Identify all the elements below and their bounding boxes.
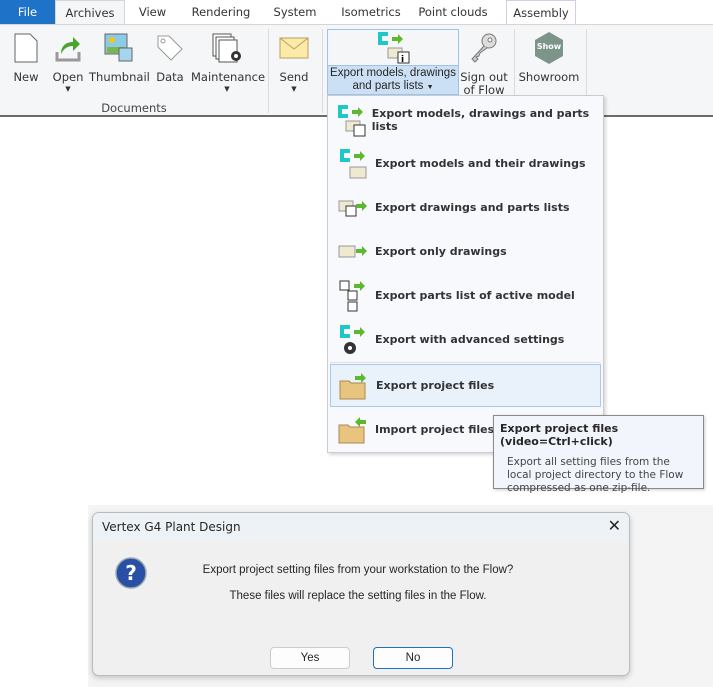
menu-item-label: Export project files: [376, 379, 495, 392]
export-button[interactable]: i Export models, drawings and parts list…: [327, 29, 459, 95]
menu-item-label: Export models and their drawings: [375, 157, 586, 170]
thumbnail-button[interactable]: Thumbnail: [89, 29, 150, 84]
menu-item-label: Export drawings and parts lists: [375, 201, 570, 214]
menu-item-export-drawings-parts[interactable]: Export drawings and parts lists: [330, 186, 601, 229]
svg-text:Show: Show: [537, 42, 562, 51]
dialog-detail: These files will replace the setting fil…: [229, 590, 487, 602]
confirm-dialog: Vertex G4 Plant Design ✕ ? Export projec…: [92, 512, 630, 676]
export-drawings-parts-icon: [330, 196, 375, 220]
export-drawings-icon: [330, 242, 375, 262]
tag-icon: [154, 29, 186, 67]
menu-item-export-advanced[interactable]: Export with advanced settings: [330, 318, 601, 361]
export-parts-list-icon: [330, 279, 375, 313]
tab-view[interactable]: View: [130, 0, 175, 24]
dialog-titlebar: Vertex G4 Plant Design ✕: [93, 513, 629, 541]
menu-item-label: Import project files: [375, 423, 495, 436]
tooltip: Export project files (video=Ctrl+click) …: [493, 415, 704, 494]
export-models-icon: i: [376, 30, 416, 67]
tooltip-text: local project directory to the Flow: [507, 469, 684, 481]
caret-down-icon: ▼: [291, 85, 297, 93]
menu-separator: [330, 362, 601, 363]
menu-item-export-only-drawings[interactable]: Export only drawings: [330, 230, 601, 273]
tooltip-text: Export all setting files from the: [507, 456, 670, 468]
maintenance-button[interactable]: Maintenance ▼: [191, 29, 266, 94]
caret-down-icon: ▼: [224, 85, 230, 93]
tooltip-title: Export project files (video=Ctrl+click): [500, 422, 619, 448]
menu-item-export-models-drawings-parts[interactable]: Export models, drawings and parts lists: [330, 98, 601, 141]
tab-isometrics[interactable]: Isometrics: [335, 0, 407, 24]
menu-item-label: Export only drawings: [375, 245, 507, 258]
export-models-drawings-parts-icon: [330, 103, 372, 137]
menu-item-label: Export with advanced settings: [375, 333, 565, 346]
dialog-title: Vertex G4 Plant Design: [102, 520, 241, 534]
thumbnail-label: Thumbnail: [89, 70, 150, 84]
folder-import-icon: [330, 415, 375, 445]
new-label: New: [13, 70, 39, 84]
new-button[interactable]: New: [10, 29, 42, 84]
tab-point-clouds[interactable]: Point clouds: [415, 0, 491, 24]
group-label-documents: Documents: [101, 101, 167, 115]
showroom-button[interactable]: Show Showroom: [518, 29, 580, 84]
maintenance-label: Maintenance: [191, 70, 266, 84]
tab-rendering[interactable]: Rendering: [185, 0, 257, 24]
caret-down-icon: ▼: [426, 84, 434, 91]
folder-export-icon: [331, 371, 376, 401]
svg-text:i: i: [401, 55, 404, 64]
svg-text:?: ?: [125, 561, 137, 585]
showroom-logo-icon: Show: [518, 29, 580, 67]
question-icon: ?: [115, 557, 147, 592]
menu-item-export-parts-list[interactable]: Export parts list of active model: [330, 274, 601, 317]
export-label-line2: and parts lists: [352, 80, 424, 92]
tab-archives[interactable]: Archives: [55, 0, 125, 25]
showroom-label: Showroom: [518, 70, 580, 84]
send-button[interactable]: Send ▼: [276, 29, 312, 94]
new-document-icon: [10, 29, 42, 67]
open-button[interactable]: Open ▼: [50, 29, 86, 94]
export-advanced-settings-icon: [330, 323, 375, 357]
sign-out-button[interactable]: Sign out of Flow: [459, 29, 509, 97]
menu-item-label: Export models, drawings and parts lists: [371, 106, 590, 133]
tooltip-text: compressed as one zip-file.: [507, 482, 651, 494]
send-label: Send: [279, 70, 309, 84]
yes-button[interactable]: Yes: [270, 647, 350, 669]
thumbnail-icon: [89, 29, 149, 67]
key-icon: [459, 29, 509, 67]
close-icon[interactable]: ✕: [608, 516, 621, 535]
menu-item-export-models-drawings[interactable]: Export models and their drawings: [330, 142, 601, 185]
tab-assembly[interactable]: Assembly: [506, 0, 576, 24]
no-button[interactable]: No: [373, 647, 453, 669]
data-button[interactable]: Data: [154, 29, 186, 84]
export-dropdown-menu: Export models, drawings and parts lists …: [327, 95, 604, 453]
open-label: Open: [52, 70, 84, 84]
caret-down-icon: ▼: [65, 85, 71, 93]
open-icon: [50, 29, 86, 67]
dialog-message: Export project setting files from your w…: [202, 564, 514, 576]
tab-file[interactable]: File: [0, 0, 55, 24]
tab-system[interactable]: System: [268, 0, 322, 24]
maintenance-icon: [191, 29, 263, 67]
menu-item-label: Export parts list of active model: [375, 289, 575, 302]
data-label: Data: [156, 70, 184, 84]
export-label-line1: Export models, drawings: [330, 67, 456, 79]
menu-item-export-project-files[interactable]: Export project files: [330, 364, 601, 407]
export-models-drawings-icon: [330, 147, 375, 181]
envelope-icon: [276, 29, 312, 67]
